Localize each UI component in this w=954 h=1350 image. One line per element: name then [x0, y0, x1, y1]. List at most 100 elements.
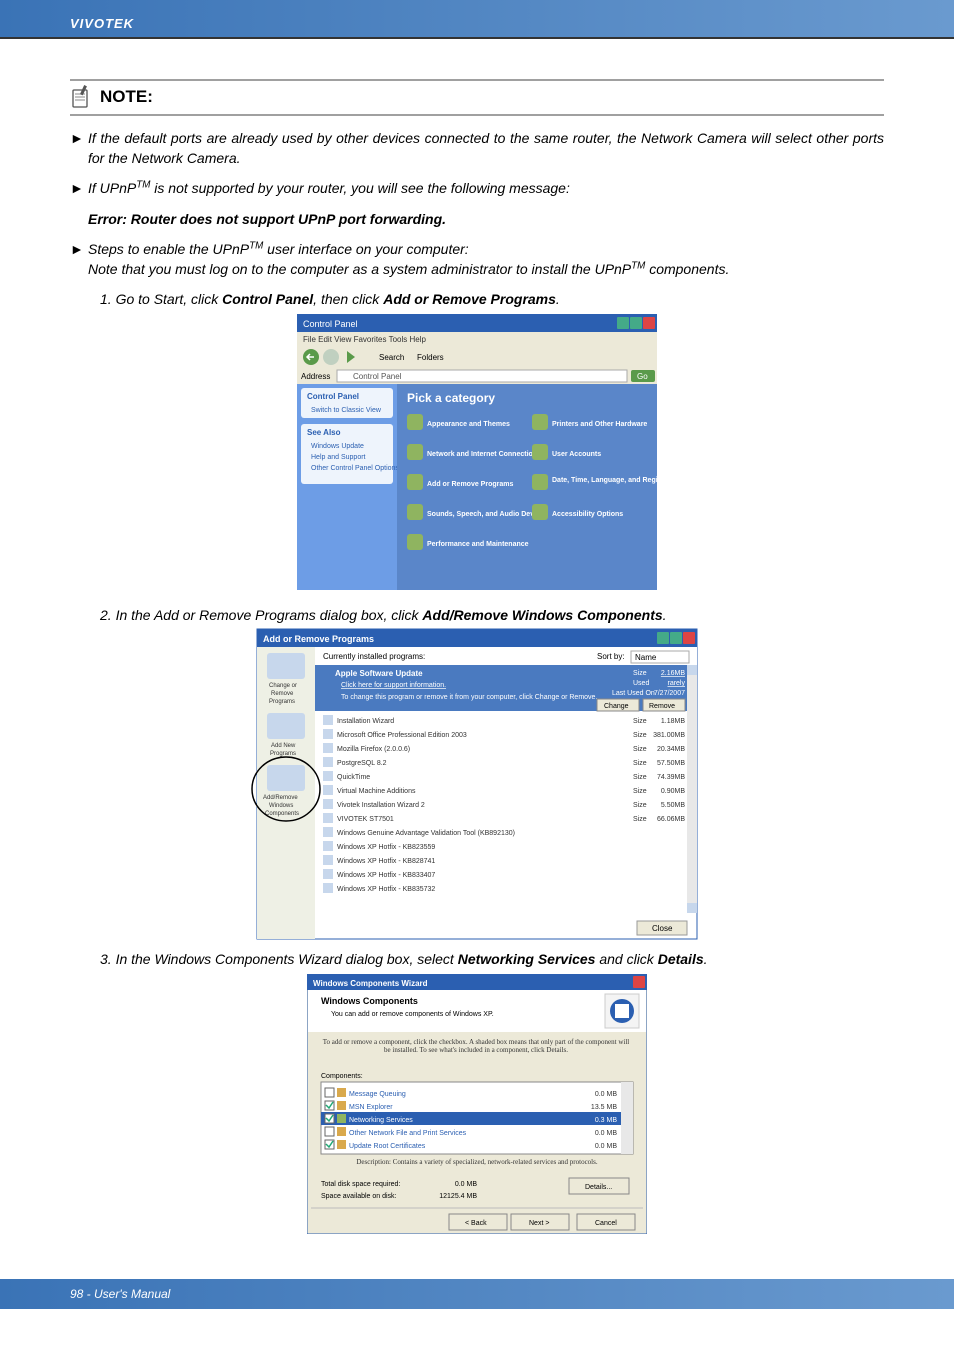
cp-title: Control Panel [303, 319, 358, 329]
step1-mid: , then click [313, 291, 383, 307]
svg-text:Sounds, Speech, and Audio Devi: Sounds, Speech, and Audio Devices [427, 511, 548, 518]
svg-text:7/27/2007: 7/27/2007 [654, 690, 685, 697]
svg-text:Size: Size [633, 788, 647, 795]
svg-text:Add or Remove Programs: Add or Remove Programs [263, 634, 374, 644]
svg-text:Size: Size [633, 816, 647, 823]
svg-text:Switch to Classic View: Switch to Classic View [311, 407, 382, 414]
svg-text:MSN Explorer: MSN Explorer [349, 1104, 393, 1111]
svg-text:QuickTime: QuickTime [337, 774, 370, 781]
step2-end: . [663, 607, 667, 623]
svg-text:Name: Name [635, 653, 657, 662]
svg-text:Vivotek Installation Wizard 2: Vivotek Installation Wizard 2 [337, 802, 425, 809]
svg-text:Folders: Folders [417, 353, 444, 362]
svg-text:Apple Software Update: Apple Software Update [335, 669, 423, 678]
bullet-arrow-icon: ► [70, 178, 88, 198]
svg-text:Printers and Other Hardware: Printers and Other Hardware [552, 421, 647, 428]
page-header: VIVOTEK [0, 0, 954, 39]
svg-text:0.0 MB: 0.0 MB [595, 1091, 618, 1098]
svg-text:Windows Genuine Advantage Vali: Windows Genuine Advantage Validation Too… [337, 830, 515, 837]
svg-text:Change: Change [604, 703, 629, 710]
svg-text:Size: Size [633, 732, 647, 739]
svg-text:Size: Size [633, 670, 647, 677]
bullet-3-text: Steps to enable the UPnPTM user interfac… [88, 239, 884, 280]
step-2: 2. In the Add or Remove Programs dialog … [100, 605, 884, 625]
svg-text:Size: Size [633, 746, 647, 753]
svg-text:381.00MB: 381.00MB [653, 732, 685, 739]
svg-text:Windows XP Hotfix - KB833407: Windows XP Hotfix - KB833407 [337, 872, 435, 879]
svg-text:Control Panel: Control Panel [307, 392, 359, 401]
svg-text:20.34MB: 20.34MB [657, 746, 685, 753]
footer-label: 98 - User's Manual [70, 1287, 170, 1301]
step3-mid: and click [595, 951, 657, 967]
note-bar: NOTE: [70, 79, 884, 116]
note-title: NOTE: [100, 85, 153, 110]
svg-text:Sort by:: Sort by: [597, 652, 625, 661]
svg-text:Windows Components: Windows Components [321, 996, 418, 1006]
svg-text:Other Network File and Print S: Other Network File and Print Services [349, 1130, 467, 1137]
svg-text:13.5 MB: 13.5 MB [591, 1104, 617, 1111]
page-footer: 98 - User's Manual [0, 1279, 954, 1309]
step3-b2: Details [658, 951, 704, 967]
svg-text:Mozilla Firefox (2.0.0.6): Mozilla Firefox (2.0.0.6) [337, 746, 410, 753]
step1-pre: 1. Go to Start, click [100, 291, 222, 307]
svg-text:Installation Wizard: Installation Wizard [337, 718, 394, 725]
svg-text:Remove: Remove [649, 703, 675, 710]
svg-text:rarely: rarely [667, 680, 685, 687]
svg-text:User Accounts: User Accounts [552, 451, 601, 458]
svg-text:Close: Close [652, 924, 673, 933]
svg-text:Update Root Certificates: Update Root Certificates [349, 1143, 426, 1150]
bullet-arrow-icon: ► [70, 128, 88, 169]
svg-text:To change this program or remo: To change this program or remove it from… [341, 694, 597, 701]
svg-text:PostgreSQL 8.2: PostgreSQL 8.2 [337, 760, 387, 767]
svg-text:57.50MB: 57.50MB [657, 760, 685, 767]
svg-text:Cancel: Cancel [595, 1220, 617, 1227]
svg-text:Size: Size [633, 718, 647, 725]
svg-text:5.50MB: 5.50MB [661, 802, 685, 809]
step1-b2: Add or Remove Programs [383, 291, 556, 307]
svg-text:See Also: See Also [307, 428, 341, 437]
brand: VIVOTEK [70, 16, 134, 31]
step1-end: . [556, 291, 560, 307]
svg-text:0.3 MB: 0.3 MB [595, 1117, 618, 1124]
svg-text:File Edit View Favorites: File Edit View Favorites Tools Help [303, 335, 427, 344]
svg-text:Size: Size [633, 802, 647, 809]
svg-text:Windows Update: Windows Update [311, 443, 364, 450]
step2-pre: 2. In the Add or Remove Programs dialog … [100, 607, 422, 623]
svg-text:Message Queuing: Message Queuing [349, 1091, 406, 1098]
svg-text:You can add or remove componen: You can add or remove components of Wind… [331, 1011, 494, 1018]
svg-text:66.06MB: 66.06MB [657, 816, 685, 823]
content: NOTE: ► If the default ports are already… [0, 39, 954, 1239]
error-line: Error: Router does not support UPnP port… [70, 209, 884, 229]
svg-text:1.18MB: 1.18MB [661, 718, 685, 725]
bullet-2: ► If UPnPTM is not supported by your rou… [70, 178, 884, 198]
svg-text:0.0 MB: 0.0 MB [595, 1143, 618, 1150]
svg-text:Details...: Details... [585, 1184, 612, 1191]
svg-text:Total disk space required:: Total disk space required: [321, 1181, 400, 1188]
svg-text:Accessibility Options: Accessibility Options [552, 511, 623, 518]
svg-text:Virtual Machine Additions: Virtual Machine Additions [337, 788, 416, 795]
add-remove-programs-screenshot: Add or Remove Programs Change orRemovePr… [70, 629, 884, 939]
step3-end: . [704, 951, 708, 967]
svg-text:Click here for support informa: Click here for support information. [341, 682, 446, 689]
svg-text:Space available on disk:: Space available on disk: [321, 1193, 397, 1200]
svg-text:Go: Go [637, 372, 648, 381]
bullet-3: ► Steps to enable the UPnPTM user interf… [70, 239, 884, 280]
svg-text:2.16MB: 2.16MB [661, 670, 685, 677]
svg-text:Other Control Panel Options: Other Control Panel Options [311, 465, 399, 472]
svg-text:Next >: Next > [529, 1220, 549, 1227]
bullet-1-text: If the default ports are already used by… [88, 128, 884, 169]
svg-text:Currently installed programs:: Currently installed programs: [323, 652, 425, 661]
svg-text:Windows XP Hotfix - KB828741: Windows XP Hotfix - KB828741 [337, 858, 435, 865]
svg-text:VIVOTEK ST7501: VIVOTEK ST7501 [337, 816, 394, 823]
svg-text:Microsoft Office Professional: Microsoft Office Professional Edition 20… [337, 732, 467, 739]
svg-text:0.90MB: 0.90MB [661, 788, 685, 795]
svg-text:Last Used On: Last Used On [612, 690, 655, 697]
svg-text:Pick a category: Pick a category [407, 391, 495, 405]
svg-text:Windows XP Hotfix - KB823559: Windows XP Hotfix - KB823559 [337, 844, 435, 851]
bullet-arrow-icon: ► [70, 239, 88, 280]
svg-text:0.0 MB: 0.0 MB [595, 1130, 618, 1137]
svg-text:Control Panel: Control Panel [353, 372, 402, 381]
notepad-icon [70, 85, 90, 109]
svg-text:Add or Remove Programs: Add or Remove Programs [427, 481, 513, 488]
step-3: 3. In the Windows Components Wizard dial… [100, 949, 884, 969]
